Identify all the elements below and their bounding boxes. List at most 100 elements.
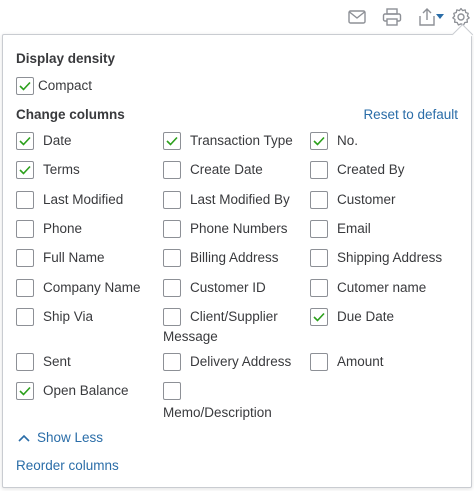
checkbox-box[interactable] <box>163 249 181 267</box>
column-option-label: Create Date <box>190 162 263 177</box>
column-option-label: Delivery Address <box>190 354 292 369</box>
column-option[interactable]: Amount <box>310 353 384 371</box>
column-option[interactable]: Cutomer name <box>310 279 426 297</box>
checkbox-box[interactable] <box>16 220 34 238</box>
column-option[interactable]: No. <box>310 132 358 150</box>
checkbox-box[interactable] <box>163 220 181 238</box>
column-option[interactable]: Delivery Address <box>163 353 291 371</box>
column-option[interactable]: Create Date <box>163 161 263 179</box>
checkbox-box[interactable] <box>163 353 181 371</box>
checkbox-box[interactable] <box>16 279 34 297</box>
column-option[interactable]: Customer ID <box>163 279 266 297</box>
column-option-label: Shipping Address <box>337 250 443 265</box>
check-icon <box>166 136 178 146</box>
checkbox-box[interactable] <box>310 191 328 209</box>
column-option[interactable]: Open Balance <box>16 382 129 400</box>
print-icon[interactable] <box>380 6 404 28</box>
column-option[interactable]: Customer <box>310 191 396 209</box>
checkbox-box[interactable] <box>310 161 328 179</box>
column-option[interactable]: Terms <box>16 161 80 179</box>
check-icon <box>19 386 31 396</box>
check-icon <box>313 312 325 322</box>
column-option-label: Amount <box>337 354 384 369</box>
column-option-label: Ship Via <box>43 309 94 324</box>
checkbox-box[interactable] <box>163 382 181 400</box>
checkbox-box[interactable] <box>16 249 34 267</box>
chevron-up-icon <box>18 434 30 442</box>
checkbox-box[interactable] <box>163 132 181 150</box>
column-option[interactable]: Sent <box>16 353 71 371</box>
column-option-label: Sent <box>43 354 71 369</box>
column-option-label: Terms <box>43 162 80 177</box>
column-option[interactable]: Phone Numbers <box>163 220 288 238</box>
column-option[interactable]: Transaction Type <box>163 132 293 150</box>
column-option-label: Last Modified By <box>190 192 290 207</box>
checkbox-box[interactable] <box>163 191 181 209</box>
checkbox-box[interactable] <box>310 249 328 267</box>
display-density-title: Display density <box>16 51 116 66</box>
column-option-label-continued: Message <box>163 329 218 344</box>
check-icon <box>313 136 325 146</box>
column-option-label: Email <box>337 221 371 236</box>
column-option[interactable] <box>163 382 181 400</box>
compact-checkbox[interactable]: Compact <box>16 77 92 95</box>
column-option-label: Full Name <box>43 250 105 265</box>
column-option-label: Created By <box>337 162 405 177</box>
show-less-link[interactable]: Show Less <box>18 430 103 445</box>
column-option[interactable]: Billing Address <box>163 249 279 267</box>
column-option[interactable]: Created By <box>310 161 405 179</box>
column-option[interactable]: Last Modified By <box>163 191 290 209</box>
column-option[interactable]: Shipping Address <box>310 249 442 267</box>
column-option[interactable]: Last Modified <box>16 191 123 209</box>
export-icon[interactable] <box>416 6 446 28</box>
column-option-label: Transaction Type <box>190 133 293 148</box>
column-option-label: Due Date <box>337 309 395 324</box>
mail-icon[interactable] <box>345 6 369 28</box>
column-option-label: Phone <box>43 221 83 236</box>
compact-label: Compact <box>38 78 93 93</box>
checkbox-box[interactable] <box>16 132 34 150</box>
checkbox-box[interactable] <box>16 382 34 400</box>
checkbox-box[interactable] <box>16 161 34 179</box>
checkbox-box[interactable] <box>310 132 328 150</box>
column-option[interactable]: Client/Supplier <box>163 308 278 326</box>
checkbox-box[interactable] <box>16 77 34 95</box>
column-option-label: Open Balance <box>43 383 129 398</box>
checkbox-box[interactable] <box>163 161 181 179</box>
checkbox-box[interactable] <box>310 353 328 371</box>
column-option-label-continued: Memo/Description <box>163 405 272 420</box>
settings-popover: Display density Compact Change columns R… <box>2 23 474 488</box>
check-icon <box>19 81 31 91</box>
checkbox-box[interactable] <box>310 279 328 297</box>
column-option[interactable]: Email <box>310 220 371 238</box>
column-option-label: Customer ID <box>190 280 266 295</box>
column-option-label: Client/Supplier <box>190 309 278 324</box>
checkbox-box[interactable] <box>16 353 34 371</box>
column-option-label: Billing Address <box>190 250 279 265</box>
checkbox-box[interactable] <box>16 308 34 326</box>
check-icon <box>19 136 31 146</box>
checkbox-box[interactable] <box>16 191 34 209</box>
column-option-label: Date <box>43 133 72 148</box>
column-option-label: Customer <box>337 192 396 207</box>
column-option[interactable]: Date <box>16 132 72 150</box>
report-toolbar <box>0 0 474 34</box>
reorder-columns-link[interactable]: Reorder columns <box>16 458 119 473</box>
column-option[interactable]: Due Date <box>310 308 394 326</box>
column-option-label: Last Modified <box>43 192 124 207</box>
column-option[interactable]: Full Name <box>16 249 105 267</box>
column-option[interactable]: Company Name <box>16 279 141 297</box>
check-icon <box>19 165 31 175</box>
column-option-label: Company Name <box>43 280 141 295</box>
checkbox-box[interactable] <box>310 308 328 326</box>
checkbox-box[interactable] <box>163 279 181 297</box>
checkbox-box[interactable] <box>310 220 328 238</box>
checkbox-box[interactable] <box>163 308 181 326</box>
column-option-label: Cutomer name <box>337 280 427 295</box>
change-columns-title: Change columns <box>16 107 125 122</box>
column-option[interactable]: Phone <box>16 220 82 238</box>
show-less-label: Show Less <box>37 430 104 445</box>
column-option[interactable]: Ship Via <box>16 308 93 326</box>
column-option-label: No. <box>337 133 359 148</box>
reset-to-default-link[interactable]: Reset to default <box>363 107 458 122</box>
